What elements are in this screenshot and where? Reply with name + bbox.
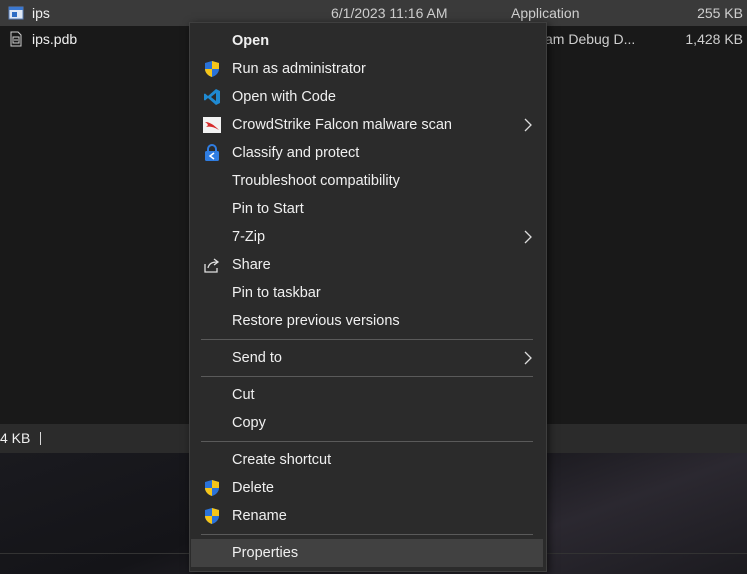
menu-item-restore-versions[interactable]: Restore previous versions: [191, 307, 543, 335]
menu-item-properties[interactable]: Properties: [191, 539, 543, 567]
vscode-icon: [204, 89, 220, 105]
lock-icon: [205, 144, 219, 161]
menu-item-classify-protect[interactable]: Classify and protect: [191, 139, 543, 167]
menu-item-label: Cut: [232, 387, 255, 403]
menu-item-label: Pin to Start: [232, 201, 304, 217]
menu-item-label: 7-Zip: [232, 229, 266, 245]
selected-size: 4 KB: [0, 430, 31, 446]
menu-item-copy[interactable]: Copy: [191, 409, 543, 437]
menu-item-cut[interactable]: Cut: [191, 381, 543, 409]
menu-item-run-as-admin[interactable]: Run as administrator: [191, 55, 543, 83]
menu-item-rename[interactable]: Rename: [191, 502, 543, 530]
menu-item-share[interactable]: Share: [191, 251, 543, 279]
menu-separator: [201, 376, 533, 377]
menu-item-label: Properties: [232, 545, 299, 561]
share-icon: [204, 258, 220, 273]
menu-item-open[interactable]: Open: [191, 27, 543, 55]
file-size: 255 KB: [697, 5, 743, 21]
file-size: 1,428 KB: [685, 31, 743, 47]
menu-item-troubleshoot[interactable]: Troubleshoot compatibility: [191, 167, 543, 195]
chevron-right-icon: [524, 230, 532, 244]
application-icon: [8, 6, 24, 20]
menu-item-label: Pin to taskbar: [232, 285, 321, 301]
menu-item-label: Share: [232, 257, 271, 273]
menu-item-delete[interactable]: Delete: [191, 474, 543, 502]
menu-item-label: Run as administrator: [232, 61, 366, 77]
file-name: ips.pdb: [32, 31, 78, 47]
pdb-file-icon: [10, 31, 22, 47]
uac-shield-icon: [205, 61, 219, 77]
menu-item-7zip[interactable]: 7-Zip: [191, 223, 543, 251]
menu-item-send-to[interactable]: Send to: [191, 344, 543, 372]
menu-item-label: Delete: [232, 480, 274, 496]
status-separator: [40, 432, 41, 445]
menu-item-pin-to-taskbar[interactable]: Pin to taskbar: [191, 279, 543, 307]
menu-item-label: Rename: [232, 508, 287, 524]
menu-item-open-with-code[interactable]: Open with Code: [191, 83, 543, 111]
menu-item-label: Copy: [232, 415, 266, 431]
chevron-right-icon: [524, 118, 532, 132]
menu-separator: [201, 534, 533, 535]
menu-item-label: Create shortcut: [232, 452, 332, 468]
menu-item-label: Restore previous versions: [232, 313, 400, 329]
file-type: am Debug D...: [545, 31, 636, 47]
chevron-right-icon: [524, 351, 532, 365]
menu-item-label: CrowdStrike Falcon malware scan: [232, 117, 452, 133]
uac-shield-icon: [205, 508, 219, 524]
context-menu: Open Run as administrator Open with Code…: [189, 22, 547, 572]
menu-separator: [201, 441, 533, 442]
file-name: ips: [32, 5, 50, 21]
uac-shield-icon: [205, 480, 219, 496]
menu-item-label: Open: [232, 33, 270, 49]
menu-separator: [201, 339, 533, 340]
menu-item-create-shortcut[interactable]: Create shortcut: [191, 446, 543, 474]
menu-item-label: Open with Code: [232, 89, 336, 105]
menu-item-label: Troubleshoot compatibility: [232, 173, 400, 189]
crowdstrike-falcon-icon: [203, 117, 221, 133]
menu-item-label: Send to: [232, 350, 282, 366]
menu-item-pin-to-start[interactable]: Pin to Start: [191, 195, 543, 223]
menu-item-label: Classify and protect: [232, 145, 360, 161]
menu-item-crowdstrike-scan[interactable]: CrowdStrike Falcon malware scan: [191, 111, 543, 139]
